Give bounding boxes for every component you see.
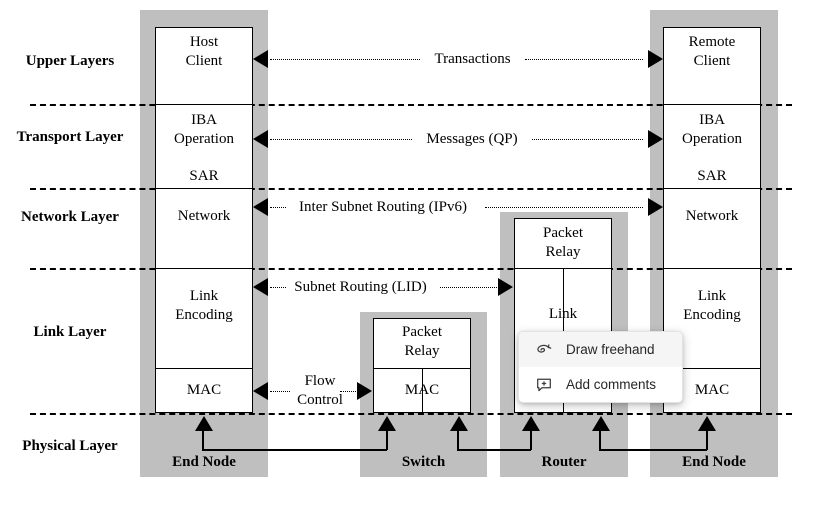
- cell-end-node-left-host-client: Host Client: [185, 34, 223, 69]
- layer-label-transport: Transport Layer: [16, 129, 124, 145]
- wire-router-to-end-node-right: [599, 449, 707, 451]
- cell-end-node-left-iba-operation: IBA Operation: [174, 112, 234, 147]
- wire-switch-right-vertical: [457, 430, 459, 450]
- arrow-flow-control-left: [253, 382, 268, 400]
- uparrow-end-node-right: [698, 416, 716, 431]
- connector-label-subnet-routing: Subnet Routing (LID): [294, 279, 427, 295]
- wire-end-node-left-vertical: [202, 430, 204, 450]
- arrow-subnet-routing-left: [253, 278, 268, 296]
- layer-label-physical: Physical Layer: [22, 438, 118, 454]
- arrow-messages-right: [648, 130, 663, 148]
- cell-switch-packet-relay: Packet Relay: [402, 324, 442, 359]
- device-label-end-node-right: End Node: [682, 454, 746, 470]
- cell-end-node-right-sar: SAR: [697, 168, 727, 184]
- cell-router-link: Link: [548, 306, 578, 322]
- uparrow-end-node-left: [195, 416, 213, 431]
- arrow-flow-control-right: [357, 382, 372, 400]
- cell-end-node-left-sar: SAR: [189, 168, 219, 184]
- dotline-transactions-left: [270, 59, 420, 60]
- wire-switch-left-vertical: [386, 430, 388, 450]
- layer-label-link: Link Layer: [33, 324, 107, 340]
- uparrow-switch-right: [450, 416, 468, 431]
- cell-switch-mac: MAC: [404, 382, 440, 398]
- rule-end-node-left-1: [155, 104, 253, 105]
- uparrow-switch-left: [378, 416, 396, 431]
- cell-end-node-left-network: Network: [177, 208, 231, 224]
- dotline-subnet-routing-right: [440, 287, 497, 288]
- arrow-messages-left: [253, 130, 268, 148]
- add-comment-icon: [533, 374, 555, 396]
- menu-item-draw-freehand-label: Draw freehand: [566, 342, 655, 357]
- device-label-switch: Switch: [401, 454, 446, 470]
- connector-label-transactions: Transactions: [434, 51, 511, 67]
- wire-router-right-vertical: [599, 430, 601, 450]
- device-label-router: Router: [541, 454, 587, 470]
- menu-item-add-comments-label: Add comments: [566, 377, 657, 392]
- freehand-icon: [533, 339, 555, 361]
- layer-separator-link-physical: [30, 413, 792, 415]
- cell-end-node-left-link-encoding: Link Encoding: [175, 288, 233, 323]
- arrow-inter-subnet-routing-right: [648, 198, 663, 216]
- wire-switch-to-router: [457, 449, 531, 451]
- arrow-transactions-right: [648, 50, 663, 68]
- layer-label-network: Network Layer: [21, 209, 119, 225]
- arrow-subnet-routing-right: [498, 278, 513, 296]
- rule-end-node-left-2: [155, 188, 253, 189]
- uparrow-router-left: [522, 416, 540, 431]
- rule-end-node-right-1: [663, 104, 761, 105]
- menu-item-add-comments[interactable]: Add comments: [519, 367, 682, 402]
- dotline-messages-right: [532, 139, 643, 140]
- dotline-inter-subnet-routing-right: [485, 207, 643, 208]
- layer-label-upper: Upper Layers: [25, 53, 115, 69]
- cell-end-node-right-remote-client: Remote Client: [688, 34, 736, 69]
- cell-router-packet-relay: Packet Relay: [543, 225, 583, 260]
- context-menu[interactable]: Draw freehand Add comments: [518, 331, 683, 403]
- device-label-end-node-left: End Node: [172, 454, 236, 470]
- wire-end-node-right-vertical: [706, 430, 708, 450]
- menu-item-draw-freehand[interactable]: Draw freehand: [519, 332, 682, 367]
- connector-label-messages-qp: Messages (QP): [426, 131, 518, 147]
- rule-end-node-right-3: [663, 268, 761, 269]
- wire-end-node-left-to-switch: [202, 449, 387, 451]
- rule-end-node-left-4: [155, 368, 253, 369]
- dotline-flow-control-right: [340, 391, 358, 392]
- uparrow-router-right: [592, 416, 610, 431]
- diagram-canvas: Upper Layers Transport Layer Network Lay…: [0, 0, 825, 511]
- cell-end-node-right-iba-operation: IBA Operation: [682, 112, 742, 147]
- arrow-inter-subnet-routing-left: [253, 198, 268, 216]
- dotline-messages-left: [270, 139, 412, 140]
- dotline-transactions-right: [525, 59, 643, 60]
- cell-end-node-right-network: Network: [685, 208, 739, 224]
- cell-end-node-right-link-encoding: Link Encoding: [683, 288, 741, 323]
- arrow-transactions-left: [253, 50, 268, 68]
- rule-end-node-right-2: [663, 188, 761, 189]
- rule-end-node-left-3: [155, 268, 253, 269]
- cell-end-node-left-mac: MAC: [186, 382, 222, 398]
- connector-label-inter-subnet-routing: Inter Subnet Routing (IPv6): [299, 199, 467, 215]
- wire-router-left-vertical: [530, 430, 532, 450]
